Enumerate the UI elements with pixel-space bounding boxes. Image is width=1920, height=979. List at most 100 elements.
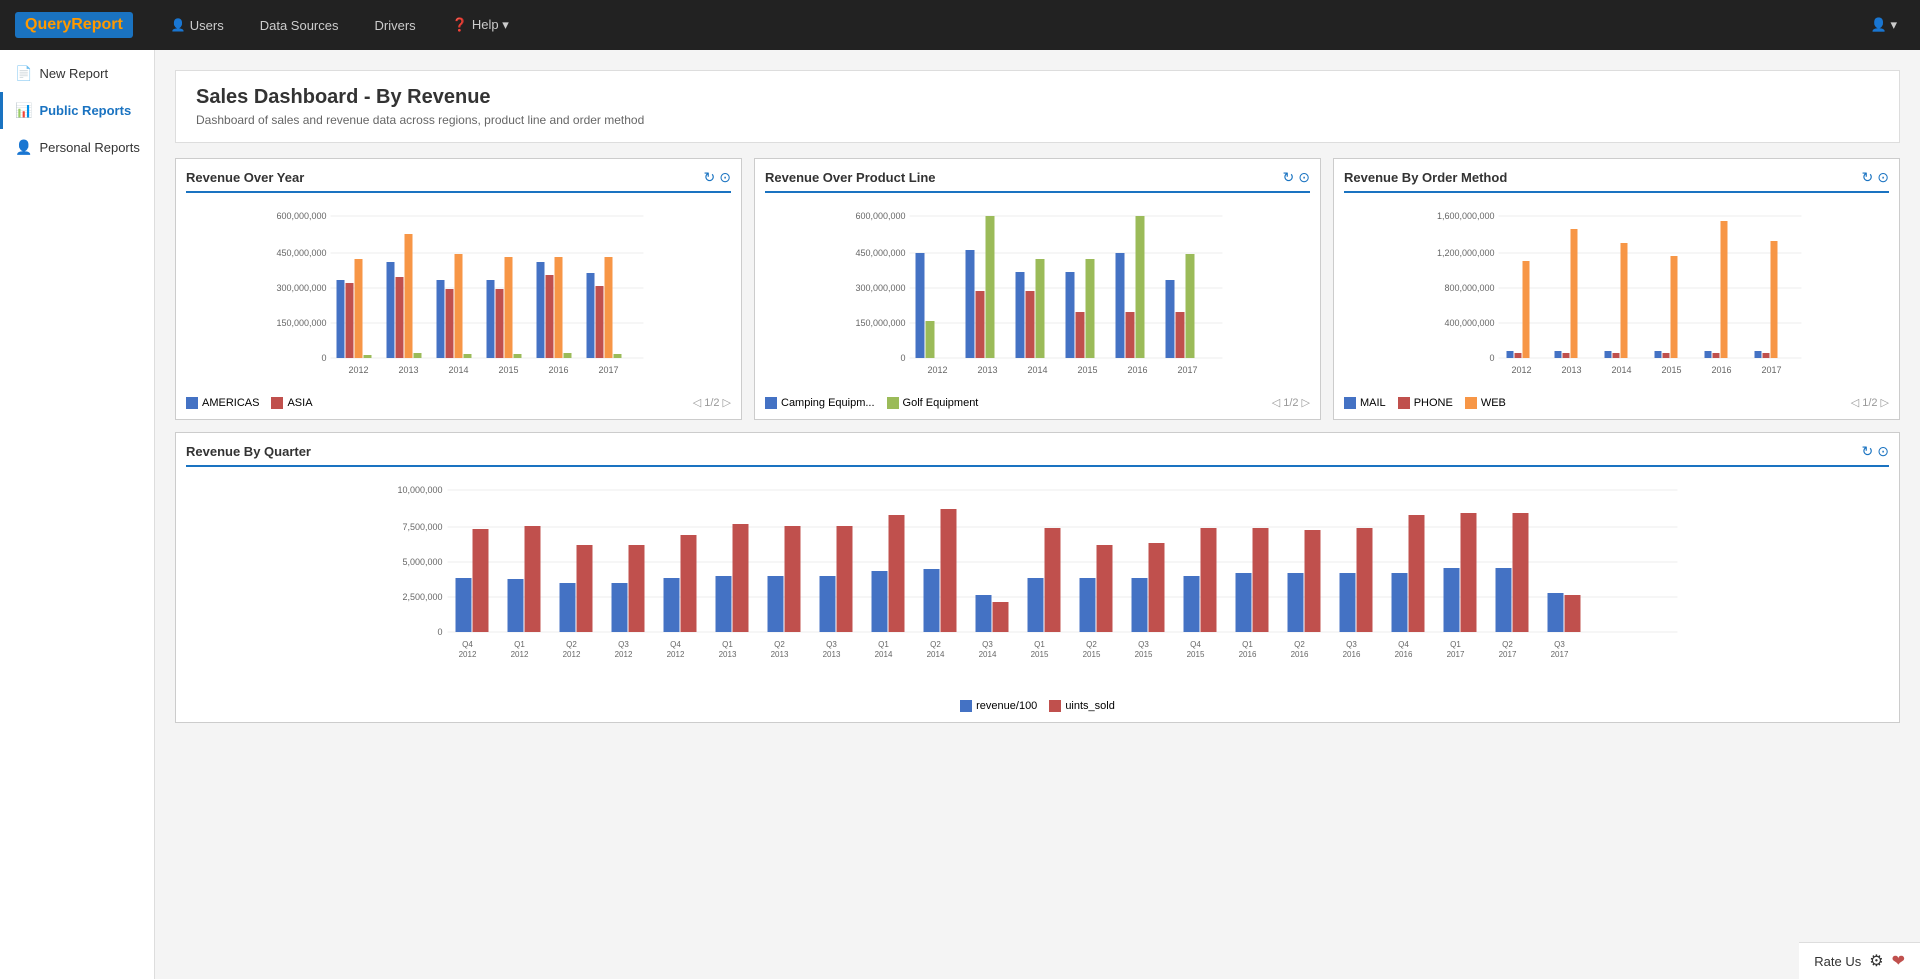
svg-text:Q1: Q1 (1242, 640, 1253, 649)
chart-revenue-over-year-header: Revenue Over Year ↻ ⊙ (186, 169, 731, 193)
app-logo[interactable]: QueryReport (15, 12, 133, 38)
chart-revenue-order-header: Revenue By Order Method ↻ ⊙ (1344, 169, 1889, 193)
svg-text:2016: 2016 (1127, 365, 1147, 375)
dashboard-title: Sales Dashboard - By Revenue (196, 86, 1879, 109)
svg-text:2013: 2013 (771, 650, 789, 659)
sidebar-item-new-report[interactable]: 📄 New Report (0, 55, 154, 92)
rate-us-icon[interactable]: ❤ (1892, 951, 1905, 971)
chart-revenue-product-refresh[interactable]: ↻ (1283, 169, 1295, 186)
chart-revenue-quarter-settings[interactable]: ⊙ (1877, 443, 1889, 460)
nav-drivers-label: Drivers (374, 18, 415, 33)
svg-text:2012: 2012 (563, 650, 581, 659)
revenue-over-year-svg: 600,000,000 450,000,000 300,000,000 150,… (186, 201, 731, 391)
nav-datasources[interactable]: Data Sources (252, 13, 347, 38)
legend-web-label: WEB (1481, 397, 1506, 409)
svg-text:2015: 2015 (1135, 650, 1153, 659)
legend-page-product: 1/2 (1283, 397, 1298, 409)
chart-revenue-order-refresh[interactable]: ↻ (1862, 169, 1874, 186)
svg-text:2017: 2017 (1761, 365, 1781, 375)
svg-text:2017: 2017 (1177, 365, 1197, 375)
svg-text:2013: 2013 (977, 365, 997, 375)
svg-text:Q4: Q4 (670, 640, 681, 649)
legend-camping-label: Camping Equipm... (781, 397, 875, 409)
svg-text:7,500,000: 7,500,000 (402, 522, 442, 532)
svg-text:2012: 2012 (348, 365, 368, 375)
svg-text:2012: 2012 (615, 650, 633, 659)
legend-camping: Camping Equipm... (765, 397, 875, 409)
revenue-by-quarter-svg: 10,000,000 7,500,000 5,000,000 2,500,000… (186, 475, 1889, 695)
chart-revenue-year-refresh[interactable]: ↻ (704, 169, 716, 186)
legend-nav-year: ◁ 1/2 ▷ (693, 396, 731, 409)
legend-page-order: 1/2 (1862, 397, 1877, 409)
legend-mail-dot (1344, 397, 1356, 409)
legend-americas-label: AMERICAS (202, 397, 259, 409)
svg-text:1,200,000,000: 1,200,000,000 (1437, 248, 1495, 258)
legend-web: WEB (1465, 397, 1506, 409)
svg-text:Q3: Q3 (1138, 640, 1149, 649)
nav-users[interactable]: 👤 Users (163, 13, 232, 38)
revenue-over-product-svg: 600,000,000 450,000,000 300,000,000 150,… (765, 201, 1310, 391)
logo-accent: Report (71, 16, 123, 33)
svg-text:Q1: Q1 (1034, 640, 1045, 649)
svg-text:2014: 2014 (875, 650, 893, 659)
legend-asia: ASIA (271, 397, 312, 409)
legend-americas-dot (186, 397, 198, 409)
nav-help-label: Help ▾ (472, 17, 509, 33)
svg-text:2014: 2014 (1611, 365, 1631, 375)
legend-asia-label: ASIA (287, 397, 312, 409)
svg-text:Q2: Q2 (1502, 640, 1513, 649)
chart-quarter-legend: revenue/100 uints_sold (186, 700, 1889, 712)
chart-revenue-order-settings[interactable]: ⊙ (1877, 169, 1889, 186)
svg-text:2014: 2014 (1027, 365, 1047, 375)
user-menu[interactable]: 👤 ▾ (1863, 12, 1905, 38)
chart-revenue-order-title: Revenue By Order Method (1344, 170, 1507, 185)
legend-units-label: uints_sold (1065, 700, 1115, 712)
nav-drivers[interactable]: Drivers (366, 13, 423, 38)
svg-text:2015: 2015 (1187, 650, 1205, 659)
chart-revenue-product-settings[interactable]: ⊙ (1298, 169, 1310, 186)
svg-text:2016: 2016 (1395, 650, 1413, 659)
legend-phone: PHONE (1398, 397, 1453, 409)
chart-revenue-product: Revenue Over Product Line ↻ ⊙ 600,000,00… (754, 158, 1321, 420)
chart-revenue-order: Revenue By Order Method ↻ ⊙ 1,600,000,00… (1333, 158, 1900, 420)
nav-help[interactable]: ❓ Help ▾ (444, 12, 517, 38)
revenue-by-order-svg: 1,600,000,000 1,200,000,000 800,000,000 … (1344, 201, 1889, 391)
svg-text:2013: 2013 (1561, 365, 1581, 375)
page-layout: 📄 New Report 📊 Public Reports 👤 Personal… (0, 50, 1920, 979)
svg-text:600,000,000: 600,000,000 (276, 211, 326, 221)
svg-text:2012: 2012 (1511, 365, 1531, 375)
svg-text:2016: 2016 (1343, 650, 1361, 659)
svg-text:Q4: Q4 (1398, 640, 1409, 649)
svg-text:Q3: Q3 (826, 640, 837, 649)
chart-revenue-year-settings[interactable]: ⊙ (719, 169, 731, 186)
svg-text:10,000,000: 10,000,000 (397, 485, 442, 495)
svg-text:0: 0 (1489, 353, 1494, 363)
svg-text:2015: 2015 (1031, 650, 1049, 659)
svg-text:300,000,000: 300,000,000 (855, 283, 905, 293)
legend-mail-label: MAIL (1360, 397, 1386, 409)
nav-users-label: Users (190, 18, 224, 33)
chart-revenue-over-year-title: Revenue Over Year (186, 170, 304, 185)
svg-text:2014: 2014 (927, 650, 945, 659)
svg-text:2,500,000: 2,500,000 (402, 592, 442, 602)
legend-units-dot (1049, 700, 1061, 712)
legend-nav-order: ◁ 1/2 ▷ (1851, 396, 1889, 409)
svg-text:2013: 2013 (398, 365, 418, 375)
sidebar-public-reports-label: Public Reports (39, 103, 131, 118)
chart-revenue-quarter-refresh[interactable]: ↻ (1862, 443, 1874, 460)
sidebar-item-personal-reports[interactable]: 👤 Personal Reports (0, 129, 154, 166)
new-report-icon: 📄 (15, 65, 32, 82)
svg-text:2014: 2014 (448, 365, 468, 375)
svg-text:0: 0 (437, 627, 442, 637)
legend-golf: Golf Equipment (887, 397, 979, 409)
svg-text:Q1: Q1 (878, 640, 889, 649)
top-nav: QueryReport 👤 Users Data Sources Drivers… (0, 0, 1920, 50)
chart-revenue-order-actions: ↻ ⊙ (1862, 169, 1889, 186)
svg-text:2012: 2012 (459, 650, 477, 659)
sidebar-personal-reports-label: Personal Reports (39, 140, 139, 155)
svg-text:Q3: Q3 (1554, 640, 1565, 649)
sidebar-item-public-reports[interactable]: 📊 Public Reports (0, 92, 154, 129)
svg-text:2017: 2017 (1551, 650, 1569, 659)
svg-text:0: 0 (900, 353, 905, 363)
svg-text:Q2: Q2 (1294, 640, 1305, 649)
